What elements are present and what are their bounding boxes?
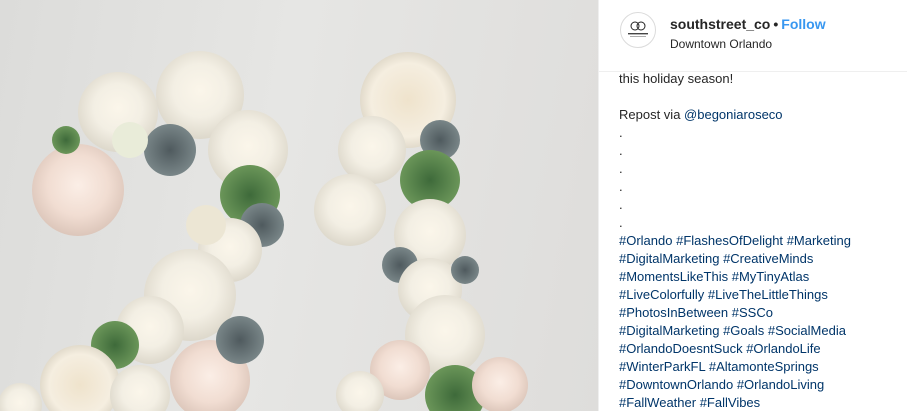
hashtag-link[interactable]: #Marketing [787,233,851,248]
caption-repost: Repost via @begoniaroseco [619,106,904,124]
hashtag-line: #Orlando #FlashesOfDelight #Marketing [619,232,904,250]
brand-logo-icon [628,21,648,37]
hashtag-line: #FallWeather #FallVibes [619,394,904,412]
hashtag-link[interactable]: #OrlandoLiving [737,377,824,392]
hashtag-link[interactable]: #MyTinyAtlas [732,269,810,284]
hashtag-link[interactable]: #Goals [723,323,764,338]
post-caption: this holiday season! Repost via @begonia… [619,70,904,412]
caption-dot-line: . [619,143,623,158]
post-side-panel: southstreet_co • Follow Downtown Orlando t… [598,0,907,411]
instagram-post: southstreet_co • Follow Downtown Orlando t… [0,0,907,411]
hashtag-line: #PhotosInBetween #SSCo [619,304,904,322]
avatar[interactable] [620,12,656,48]
repost-prefix: Repost via [619,107,685,122]
hashtag-link[interactable]: #DigitalMarketing [619,251,719,266]
hashtag-link[interactable]: #LiveColorfully [619,287,704,302]
hashtag-link[interactable]: #OrlandoLife [746,341,820,356]
hashtag-link[interactable]: #OrlandoDoesntSuck [619,341,743,356]
hashtag-line: #MomentsLikeThis #MyTinyAtlas [619,268,904,286]
hashtag-line: #LiveColorfully #LiveTheLittleThings [619,286,904,304]
hashtag-link[interactable]: #DowntownOrlando [619,377,733,392]
post-photo[interactable] [0,0,598,411]
caption-dot-line: . [619,215,623,230]
floral-number-image [0,51,528,411]
hashtag-link[interactable]: #PhotosInBetween [619,305,728,320]
hashtag-link[interactable]: #SocialMedia [768,323,846,338]
hashtag-link[interactable]: #Orlando [619,233,672,248]
caption-intro: this holiday season! [619,71,734,86]
caption-dot-line: . [619,161,623,176]
hashtag-link[interactable]: #CreativeMinds [723,251,813,266]
caption-dot-line: . [619,197,623,212]
right-flower-cluster [314,52,528,411]
hashtag-line: #DigitalMarketing #Goals #SocialMedia [619,322,904,340]
separator-dot: • [773,16,779,32]
hashtag-line: #DowntownOrlando #OrlandoLiving [619,376,904,394]
caption-dots: ...... [619,124,904,232]
hashtag-link[interactable]: #AltamonteSprings [709,359,819,374]
hashtag-link[interactable]: #FlashesOfDelight [676,233,783,248]
caption-hashtags: #Orlando #FlashesOfDelight #Marketing #Di… [619,232,904,412]
hashtag-link[interactable]: #MomentsLikeThis [619,269,728,284]
left-flower-cluster [0,51,288,411]
hashtag-line: #DigitalMarketing #CreativeMinds [619,250,904,268]
hashtag-link[interactable]: #SSCo [732,305,773,320]
hashtag-line: #WinterParkFL #AltamonteSprings [619,358,904,376]
author-username[interactable]: southstreet_co [670,16,770,32]
caption-dot-line: . [619,179,623,194]
hashtag-link[interactable]: #WinterParkFL [619,359,705,374]
hashtag-link[interactable]: #DigitalMarketing [619,323,719,338]
hashtag-link[interactable]: #FallVibes [700,395,760,410]
hashtag-link[interactable]: #FallWeather [619,395,696,410]
post-location[interactable]: Downtown Orlando [670,37,772,51]
hashtag-link[interactable]: #LiveTheLittleThings [708,287,828,302]
post-header: southstreet_co • Follow Downtown Orlando [599,0,907,72]
author-line: southstreet_co • Follow [670,16,826,32]
hashtag-line: #OrlandoDoesntSuck #OrlandoLife [619,340,904,358]
caption-dot-line: . [619,125,623,140]
follow-button[interactable]: Follow [781,16,825,32]
repost-mention-link[interactable]: @begoniaroseco [684,107,782,122]
